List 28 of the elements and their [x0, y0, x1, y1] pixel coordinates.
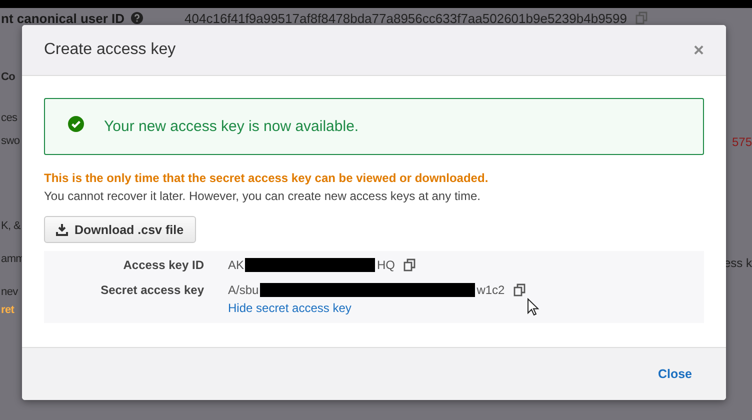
- field-label: Access key ID: [122, 257, 204, 273]
- field-label: Secret access key: [100, 282, 204, 298]
- key-end: HQ: [377, 258, 396, 272]
- download-button[interactable]: Download .csv file: [44, 216, 196, 243]
- close-link[interactable]: Close: [658, 367, 692, 381]
- hide-key-link[interactable]: Hide secret access key: [228, 301, 527, 315]
- download-icon: [56, 224, 68, 236]
- key-end: w1c2: [476, 283, 505, 297]
- user-id-value: 404c16f41f9a99517af8f8478bda77a8956cc633f7aa502601b9e5239b4b9599: [184, 10, 627, 26]
- text-fragment: 575: [732, 135, 752, 150]
- text-fragment: nev: [1, 285, 18, 300]
- text-fragment: K, &: [1, 219, 21, 234]
- text-fragment: swo: [1, 134, 20, 149]
- close-button[interactable]: ×: [691, 40, 706, 60]
- note-text: You cannot recover it later. However, you can create new access keys at any time.: [44, 189, 480, 203]
- field-label: nt canonical user ID: [1, 10, 125, 26]
- key-start: AK: [228, 258, 244, 272]
- key-start: A/sbu: [228, 283, 259, 297]
- text-fragment: Co: [1, 70, 16, 85]
- warning-text: This is the only time that the secret access key can be viewed or downloaded.: [44, 171, 488, 185]
- dialog-title: Create access key: [44, 41, 176, 59]
- text-fragment: ret: [1, 303, 14, 318]
- copy-icon[interactable]: [403, 258, 418, 272]
- success-message: Your new access key is now available.: [104, 118, 359, 135]
- text-fragment: ces: [1, 111, 18, 126]
- help-icon[interactable]: [130, 12, 143, 24]
- cursor-icon: [527, 298, 539, 316]
- copy-icon[interactable]: [512, 283, 527, 297]
